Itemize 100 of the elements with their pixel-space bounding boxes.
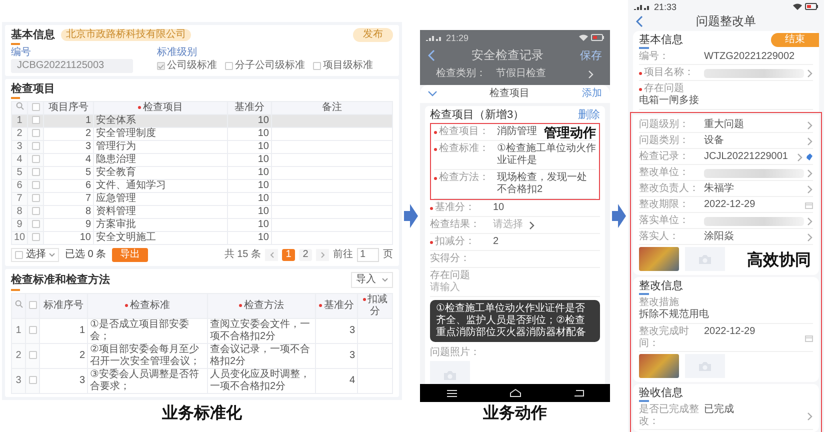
number-field[interactable]: JCBG20221125003 [11,59,133,73]
section-title: 基本信息 [11,28,55,42]
checkbox[interactable] [32,181,40,190]
field-label: 项目名称： [639,67,701,79]
page-unit: 页 [383,249,393,261]
checkbox[interactable] [32,116,40,124]
field-value: WTZG20221229002 [704,51,795,63]
checkbox[interactable] [32,220,40,228]
field-label: 整改单位： [639,167,690,179]
field-value: 电箱一闸多接 [639,95,699,106]
prev-page-button[interactable] [265,249,278,261]
checkbox[interactable] [32,168,40,176]
table-cell: 6 [44,180,94,192]
table-cell: 4 [316,368,358,394]
photo-upload[interactable] [685,354,725,378]
checkbox[interactable] [32,103,40,112]
checkbox[interactable] [32,155,40,164]
add-button[interactable]: 添加 [582,88,602,100]
return-icon[interactable] [574,389,584,397]
table-cell: 资料管理 [94,206,228,218]
table-cell: ②项目部安委会每月至少召开一次安全管理会议； [88,344,208,368]
table-cell: 9 [44,218,94,232]
column-header: 备注 [272,102,392,114]
checkbox[interactable] [28,376,36,384]
column-header: 基准分 [316,294,358,318]
checkbox[interactable] [32,207,40,216]
table-cell: 3 [316,344,358,368]
field-value: 消防管理 [497,126,537,138]
table-cell: 人员变化应及时调整，一项不合格扣2分 [208,368,316,394]
delete-button[interactable]: 删除 [578,108,600,122]
caret-icon [382,278,388,282]
row-number: 3 [12,368,26,394]
field-label: 检查结果： [430,219,481,231]
table-cell: 5 [44,166,94,180]
select-dropdown[interactable]: 选择 [11,248,59,262]
section-title: 基本信息 [639,33,683,47]
checkbox[interactable] [313,62,321,70]
table-cell: 查阅立安委会文件，一项不合格扣2分 [208,318,316,344]
field-placeholder[interactable]: 请输入 [430,282,460,293]
checkbox[interactable] [15,251,23,259]
photo-placeholder [639,247,679,271]
goto-label: 前往 [333,249,353,261]
row-number: 8 [12,206,28,218]
checkbox[interactable] [32,142,40,150]
import-dropdown[interactable]: 导入 [351,272,393,288]
table-cell: 查会议记录，一项不合格扣2分 [208,344,316,368]
field-label: 整改措施 [639,297,680,308]
checkbox[interactable] [28,351,36,360]
table-cell: 方案审批 [94,218,228,232]
back-icon[interactable] [428,50,435,61]
checkbox[interactable] [28,326,36,334]
back-icon[interactable] [636,16,643,27]
calendar-icon [805,334,813,342]
section-title: 检查项目 [11,83,55,95]
field-placeholder[interactable]: 请选择 [493,219,523,231]
page-input[interactable]: 1 [357,248,379,262]
table-cell: 1 [44,114,94,128]
menu-icon[interactable] [446,390,456,396]
next-page-button[interactable] [316,249,329,261]
field-label: 整改期限： [639,199,690,211]
field-label: 整改负责人： [639,183,700,195]
search-icon[interactable] [16,102,24,110]
wifi-icon [579,34,588,41]
search-icon[interactable] [14,300,22,308]
checkbox[interactable] [32,129,40,138]
field-label: 基准分： [430,202,490,214]
export-button[interactable]: 导出 [112,248,148,262]
field-label: 落实单位： [639,215,690,227]
field-value: 2 [493,236,499,248]
photo-upload[interactable] [685,247,725,271]
table-cell: ①是否成立项目部安委会； [88,318,208,344]
checkbox[interactable] [32,233,40,242]
table-cell: 文件、通知学习 [94,180,228,192]
screen-title: 问题整改单 [695,14,757,29]
table-cell: 8 [44,206,94,218]
checkbox[interactable] [157,62,165,70]
table-cell: 10 [228,166,272,180]
status-time: 21:33 [654,0,677,12]
section-title: 验收信息 [639,386,683,400]
table-cell: 10 [228,114,272,128]
checkbox[interactable] [32,194,40,202]
screen-title: 安全检查记录 [470,48,544,63]
publish-button[interactable]: 发布 [353,28,393,42]
table-cell: 安全文明施工 [94,232,228,244]
photo-upload[interactable] [430,361,470,384]
end-button[interactable]: 结束 [771,33,819,47]
table-cell: 2 [40,344,88,368]
row-number: 1 [12,318,26,344]
checkbox[interactable] [28,301,36,310]
collapse-icon[interactable] [428,91,437,97]
row-number: 3 [12,140,28,154]
field-label: 问题类别： [639,135,690,147]
table-cell: 3 [316,318,358,344]
chevron-right-icon [807,412,813,420]
checkbox[interactable] [225,62,233,70]
page-button[interactable]: 2 [299,249,312,261]
page-button[interactable]: 1 [282,249,295,261]
home-icon[interactable] [510,389,520,397]
field-label: 整改完成时间： [639,326,690,350]
save-button[interactable]: 保存 [580,48,602,63]
